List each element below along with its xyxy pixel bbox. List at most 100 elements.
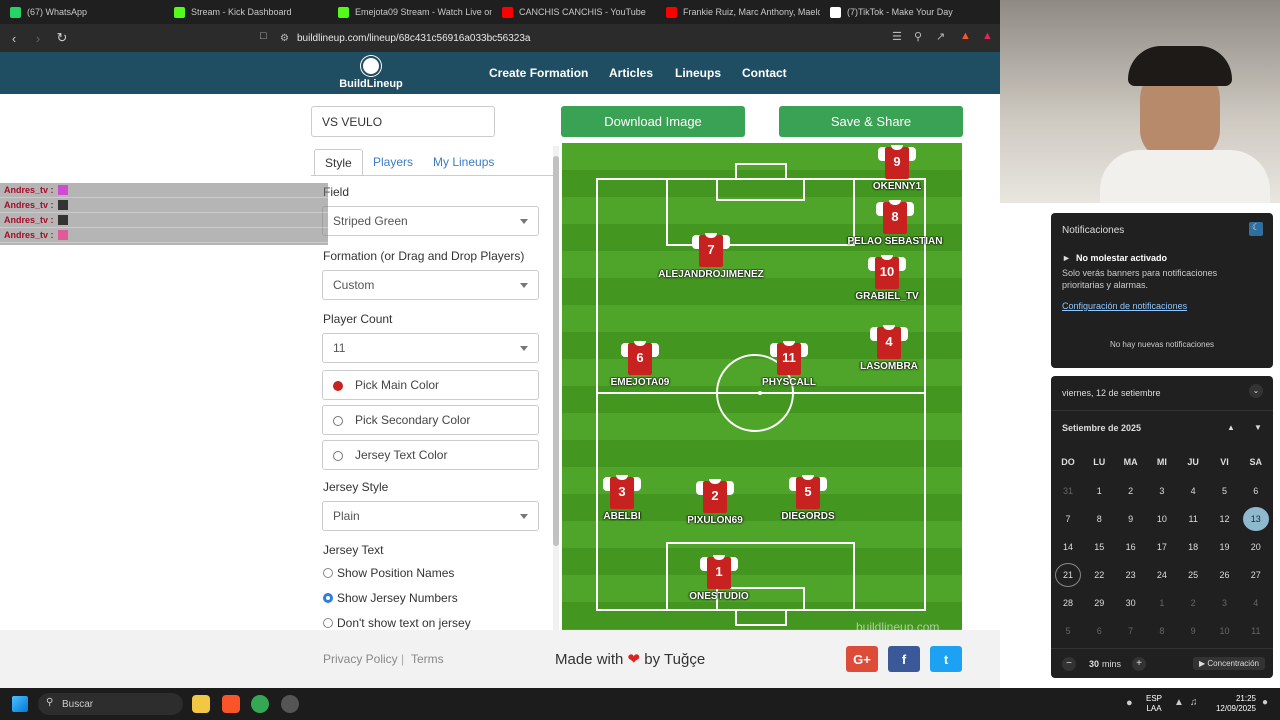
calendar-day[interactable]: 24 (1149, 570, 1175, 580)
jersey-icon[interactable]: 1 (700, 553, 738, 589)
nav-contact[interactable]: Contact (742, 66, 787, 80)
player-1[interactable]: 1 ONESTUDIO (659, 553, 779, 602)
calendar-day[interactable]: 7 (1118, 626, 1144, 636)
calendar-day[interactable]: 11 (1243, 626, 1269, 636)
network-icon[interactable]: ▲ (1174, 697, 1184, 708)
calendar-day[interactable]: 18 (1180, 542, 1206, 552)
taskbar-search[interactable]: ⚲ Buscar (38, 693, 183, 715)
player-10[interactable]: 10 GRABIEL_TV (827, 253, 947, 302)
minus-button[interactable]: − (1062, 657, 1076, 671)
collapse-icon[interactable]: ⌄ (1249, 384, 1263, 398)
nav-articles[interactable]: Articles (609, 66, 653, 80)
calendar-day[interactable]: 6 (1086, 626, 1112, 636)
jersey-icon[interactable]: 3 (603, 473, 641, 509)
obs-icon[interactable] (281, 695, 299, 713)
player-9[interactable]: 9 OKENNY1 (837, 143, 957, 192)
calendar-day[interactable]: 13 (1242, 507, 1269, 531)
jersey-icon[interactable]: 11 (770, 339, 808, 375)
prev-month-icon[interactable]: ▲ (1227, 423, 1235, 432)
privacy-policy-link[interactable]: Privacy Policy (323, 652, 398, 666)
calendar-day[interactable]: 26 (1212, 570, 1238, 580)
calendar-day[interactable]: 8 (1086, 514, 1112, 524)
browser-tab[interactable]: Frankie Ruiz, Marc Anthony, Maelo R (656, 0, 820, 24)
calendar-day[interactable]: 31 (1055, 486, 1081, 496)
player-5[interactable]: 5 DIEGORDS (748, 473, 868, 522)
calendar-day[interactable]: 3 (1149, 486, 1175, 496)
calendar-day[interactable]: 27 (1243, 570, 1269, 580)
calendar-day[interactable]: 7 (1055, 514, 1081, 524)
calendar-day[interactable]: 9 (1180, 626, 1206, 636)
calendar-day[interactable]: 11 (1180, 514, 1206, 524)
calendar-day[interactable]: 8 (1149, 626, 1175, 636)
player-11[interactable]: 11 PHYSCALL (729, 339, 849, 388)
calendar-day[interactable]: 9 (1118, 514, 1144, 524)
calendar-day[interactable]: 25 (1180, 570, 1206, 580)
calendar-day[interactable]: 21 (1055, 563, 1081, 587)
do-not-disturb-icon[interactable]: ☾ (1249, 222, 1263, 236)
formation-select[interactable]: Custom (322, 270, 539, 300)
jersey-icon[interactable]: 5 (789, 473, 827, 509)
tab-my-lineups[interactable]: My Lineups (433, 149, 494, 175)
calendar-day[interactable]: 1 (1149, 598, 1175, 608)
site-info-icon[interactable]: ⚙ (280, 33, 289, 44)
radio-button-selected[interactable] (323, 593, 333, 603)
jersey-icon[interactable]: 2 (696, 477, 734, 513)
back-icon[interactable]: ‹ (4, 28, 24, 48)
jersey-icon[interactable]: 6 (621, 339, 659, 375)
share-icon[interactable]: ↗ (936, 30, 945, 43)
url-field[interactable]: ⚙ buildlineup.com/lineup/68c431c56916a03… (280, 29, 880, 47)
calendar-day[interactable]: 2 (1118, 486, 1144, 496)
calendar-day[interactable]: 17 (1149, 542, 1175, 552)
brave-rewards-icon[interactable]: ▲ (982, 30, 993, 42)
notification-bell-icon[interactable]: ● (1262, 697, 1268, 708)
calendar-day[interactable]: 15 (1086, 542, 1112, 552)
jersey-icon[interactable]: 7 (692, 231, 730, 267)
calendar-day[interactable]: 5 (1212, 486, 1238, 496)
player-7[interactable]: 7 ALEJANDROJIMENEZ (651, 231, 771, 280)
zoom-icon[interactable]: ⚲ (914, 30, 922, 43)
calendar-day[interactable]: 28 (1055, 598, 1081, 608)
tab-style[interactable]: Style (314, 149, 363, 175)
bookmark-icon[interactable]: □ (260, 30, 267, 42)
jersey-text-color-button[interactable]: Jersey Text Color (322, 440, 539, 470)
browser-tab[interactable]: CANCHIS CANCHIS - YouTube (492, 0, 656, 24)
translate-icon[interactable]: ☰ (892, 30, 902, 43)
volume-icon[interactable]: ♫ (1190, 697, 1198, 708)
scrollbar-thumb[interactable] (553, 156, 559, 546)
jersey-icon[interactable]: 4 (870, 323, 908, 359)
player-count-select[interactable]: 11 (322, 333, 539, 363)
radio-no-jersey-text[interactable]: Don't show text on jersey (323, 616, 471, 630)
calendar-day[interactable]: 4 (1180, 486, 1206, 496)
calendar-day[interactable]: 10 (1212, 626, 1238, 636)
soccer-field[interactable]: 9 OKENNY1 8 PELAO SEBASTIAN 10 GRABIEL_TV 4 LAS… (562, 143, 962, 630)
radio-show-position-names[interactable]: Show Position Names (323, 566, 454, 580)
jersey-icon[interactable]: 9 (878, 143, 916, 179)
windows-start-icon[interactable] (12, 696, 28, 712)
calendar-day[interactable]: 16 (1118, 542, 1144, 552)
calendar-day[interactable]: 29 (1086, 598, 1112, 608)
save-share-button[interactable]: Save & Share (779, 106, 963, 137)
browser-tab[interactable]: Emejota09 Stream - Watch Live on K (328, 0, 492, 24)
forward-icon[interactable]: › (28, 28, 48, 48)
calendar-day[interactable]: 14 (1055, 542, 1081, 552)
radio-show-jersey-numbers[interactable]: Show Jersey Numbers (323, 591, 458, 605)
calendar-day[interactable]: 20 (1243, 542, 1269, 552)
radio-button[interactable] (323, 568, 333, 578)
clock[interactable]: 21:25 12/09/2025 (1208, 694, 1256, 714)
browser-tab[interactable]: Stream - Kick Dashboard (164, 0, 328, 24)
calendar-day[interactable]: 12 (1212, 514, 1238, 524)
brave-shield-icon[interactable]: ▲ (960, 30, 971, 42)
chrome-icon[interactable] (251, 695, 269, 713)
jersey-icon[interactable]: 10 (868, 253, 906, 289)
next-month-icon[interactable]: ▼ (1254, 423, 1262, 432)
player-6[interactable]: 6 EMEJOTA09 (580, 339, 700, 388)
google-plus-button[interactable]: G+ (846, 646, 878, 672)
browser-tab[interactable]: (7)TikTok - Make Your Day (820, 0, 984, 24)
calendar-day[interactable]: 5 (1055, 626, 1081, 636)
field-select[interactable]: Striped Green (322, 206, 539, 236)
calendar-day[interactable]: 22 (1086, 570, 1112, 580)
pick-main-color-button[interactable]: Pick Main Color (322, 370, 539, 400)
calendar-day[interactable]: 4 (1243, 598, 1269, 608)
tab-players[interactable]: Players (373, 149, 413, 175)
calendar-day[interactable]: 1 (1086, 486, 1112, 496)
